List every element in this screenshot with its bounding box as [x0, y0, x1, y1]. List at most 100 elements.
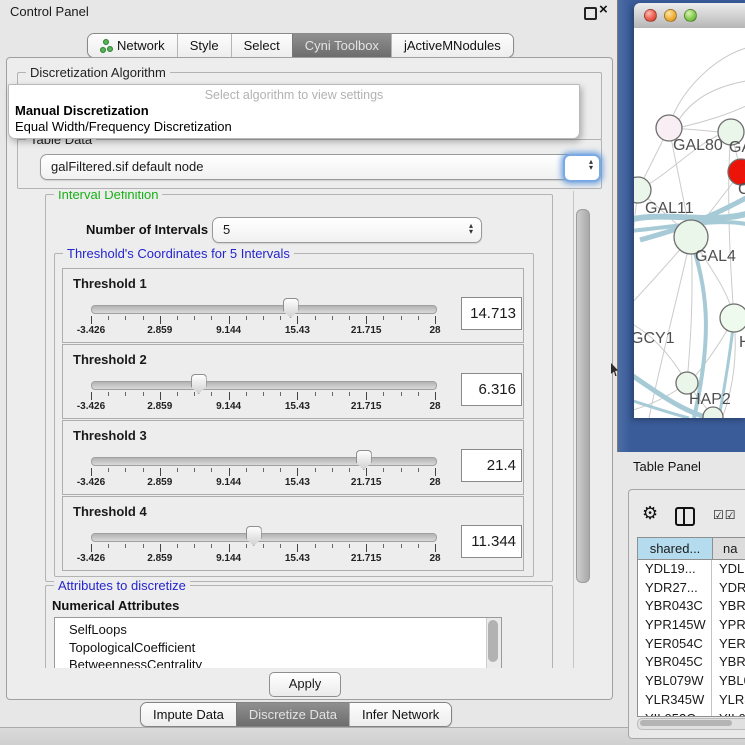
table-panel: ⚙ ☑☑ shared... na YDL19...YDL1YDR27...YD…	[628, 489, 745, 739]
table-cell: YDL1	[712, 560, 745, 579]
node-label-gal4: GAL4	[695, 248, 736, 265]
table-row[interactable]: YDR27...YDR2	[638, 579, 745, 598]
tab-jactivemnodules[interactable]: jActiveMNodules	[391, 34, 513, 57]
desktop-background: GAL80GACGAL11GAL4GCY1HHAP2	[617, 0, 745, 452]
slider-ticks	[91, 316, 435, 325]
tab-select[interactable]: Select	[231, 34, 292, 57]
tick-label: 2.859	[147, 553, 172, 564]
tab-infer-network[interactable]: Infer Network	[349, 703, 451, 726]
slider-track[interactable]	[91, 381, 437, 390]
table-row[interactable]: YPR145WYPR1	[638, 616, 745, 635]
menu-option-manual-discretization[interactable]: Manual Discretization	[15, 103, 149, 118]
slider-thumb[interactable]	[191, 374, 207, 394]
algorithm-popup: Select algorithm to view settings Manual…	[8, 84, 580, 139]
edge[interactable]	[634, 319, 684, 378]
zoom-traffic-light-icon[interactable]	[684, 9, 697, 22]
tab-style[interactable]: Style	[177, 34, 231, 57]
close-traffic-light-icon[interactable]	[644, 9, 657, 22]
tab-discretize-data[interactable]: Discretize Data	[236, 703, 349, 726]
thresholds-group: Threshold's Coordinates for 5 Intervals …	[54, 253, 534, 577]
tick-label: 15.43	[285, 401, 310, 412]
slider-thumb[interactable]	[283, 298, 299, 318]
network-canvas[interactable]: GAL80GACGAL11GAL4GCY1HHAP2	[634, 28, 745, 418]
network-view-window: GAL80GACGAL11GAL4GCY1HHAP2	[634, 3, 745, 418]
tab-cyni-toolbox[interactable]: Cyni Toolbox	[292, 34, 391, 57]
list-scrollbar[interactable]	[486, 618, 501, 668]
column-layout-icon[interactable]	[675, 507, 695, 526]
table-cell: YER054C	[638, 635, 712, 654]
slider-thumb[interactable]	[246, 526, 262, 546]
slider-track[interactable]	[91, 305, 437, 314]
tab-impute-data[interactable]: Impute Data	[141, 703, 236, 726]
list-item-betweennesscentrality[interactable]: BetweennessCentrality	[55, 656, 501, 668]
network-icon	[100, 39, 111, 52]
panel-scrollbar-thumb[interactable]	[576, 209, 590, 583]
list-item-topologicalcoefficient[interactable]: TopologicalCoefficient	[55, 639, 501, 657]
table-row[interactable]: YER054CYER0	[638, 635, 745, 654]
node-attribute-table[interactable]: shared... na YDL19...YDL1YDR27...YDR2YBR…	[637, 537, 745, 717]
numerical-attributes-list[interactable]: SelfLoopsTopologicalCoefficientBetweenne…	[54, 617, 502, 668]
edge[interactable]	[678, 81, 745, 121]
tick-label: 9.144	[216, 477, 241, 488]
attributes-group-title: Attributes to discretize	[54, 578, 190, 593]
threshold-value-field[interactable]: 14.713	[461, 297, 522, 330]
combo-stepper-icon: ▴▾	[589, 159, 593, 171]
table-row[interactable]: YBR045CYBR0	[638, 653, 745, 672]
column-header-name[interactable]: na	[713, 538, 745, 559]
edge[interactable]	[634, 190, 638, 308]
apply-button[interactable]: Apply	[269, 672, 341, 697]
table-row[interactable]: YDL19...YDL1	[638, 560, 745, 579]
table-cell: YLR345W	[638, 691, 712, 710]
slider-ticks	[91, 468, 435, 477]
slider-track[interactable]	[91, 533, 437, 542]
table-cell: YLR3	[712, 691, 745, 710]
gear-icon[interactable]: ⚙	[642, 504, 658, 522]
threshold-value-field[interactable]: 11.344	[461, 525, 522, 558]
panel-scrollbar[interactable]	[573, 191, 590, 668]
table-row[interactable]: YBL079WYBL0	[638, 672, 745, 691]
tick-label: 9.144	[216, 325, 241, 336]
node-label-hap2: HAP2	[689, 391, 731, 408]
table-cell: YBR045C	[638, 653, 712, 672]
tick-label: 9.144	[216, 553, 241, 564]
checkbox-icons[interactable]: ☑☑	[713, 508, 737, 522]
algorithm-combo-focused[interactable]: ▴▾	[563, 154, 601, 182]
menu-option-equal-width-frequency-discretization[interactable]: Equal Width/Frequency Discretization	[15, 119, 232, 134]
slider-ticks	[91, 392, 435, 401]
minimize-traffic-light-icon[interactable]	[664, 9, 677, 22]
tick-label: 15.43	[285, 325, 310, 336]
table-row[interactable]: YLR345WYLR3	[638, 691, 745, 710]
tab-network[interactable]: Network	[88, 34, 177, 57]
table-row[interactable]: YIL052CYIL0	[638, 710, 745, 718]
float-window-icon[interactable]	[584, 7, 597, 20]
tick-label: -3.426	[77, 325, 105, 336]
tick-label: 15.43	[285, 553, 310, 564]
threshold-value-field[interactable]: 21.4	[461, 449, 522, 482]
edge[interactable]	[672, 48, 745, 118]
edge[interactable]	[729, 132, 734, 318]
threshold-box-4: Threshold 4-3.4262.8599.14415.4321.71528…	[62, 496, 524, 571]
number-of-intervals-combo[interactable]: 5 ▴▾	[212, 217, 482, 243]
network-window-titlebar[interactable]	[634, 3, 745, 29]
close-icon[interactable]: ×	[599, 1, 608, 18]
table-cell: YER0	[712, 635, 745, 654]
table-row[interactable]: YBR043CYBR0	[638, 597, 745, 616]
control-panel-title: Control Panel	[10, 4, 89, 19]
threshold-label: Threshold 1	[73, 276, 147, 291]
column-header-shared[interactable]: shared...	[638, 538, 713, 559]
threshold-value-field[interactable]: 6.316	[461, 373, 522, 406]
table-data-combo[interactable]: galFiltered.sif default node ▴▾	[40, 154, 590, 180]
node-label-gcy1: GCY1	[634, 330, 675, 347]
table-hscrollbar[interactable]	[637, 718, 745, 730]
edge[interactable]	[687, 237, 692, 383]
node-h[interactable]	[720, 304, 745, 332]
thresholds-group-title: Threshold's Coordinates for 5 Intervals	[63, 246, 294, 261]
list-scrollbar-thumb[interactable]	[488, 620, 498, 662]
slider-thumb[interactable]	[356, 450, 372, 470]
threshold-box-1: Threshold 1-3.4262.8599.14415.4321.71528…	[62, 268, 524, 343]
table-hscrollbar-thumb[interactable]	[640, 720, 732, 726]
table-cell: YBR0	[712, 653, 745, 672]
tick-label: 2.859	[147, 477, 172, 488]
slider-track[interactable]	[91, 457, 437, 466]
list-item-selfloops[interactable]: SelfLoops	[55, 621, 501, 639]
